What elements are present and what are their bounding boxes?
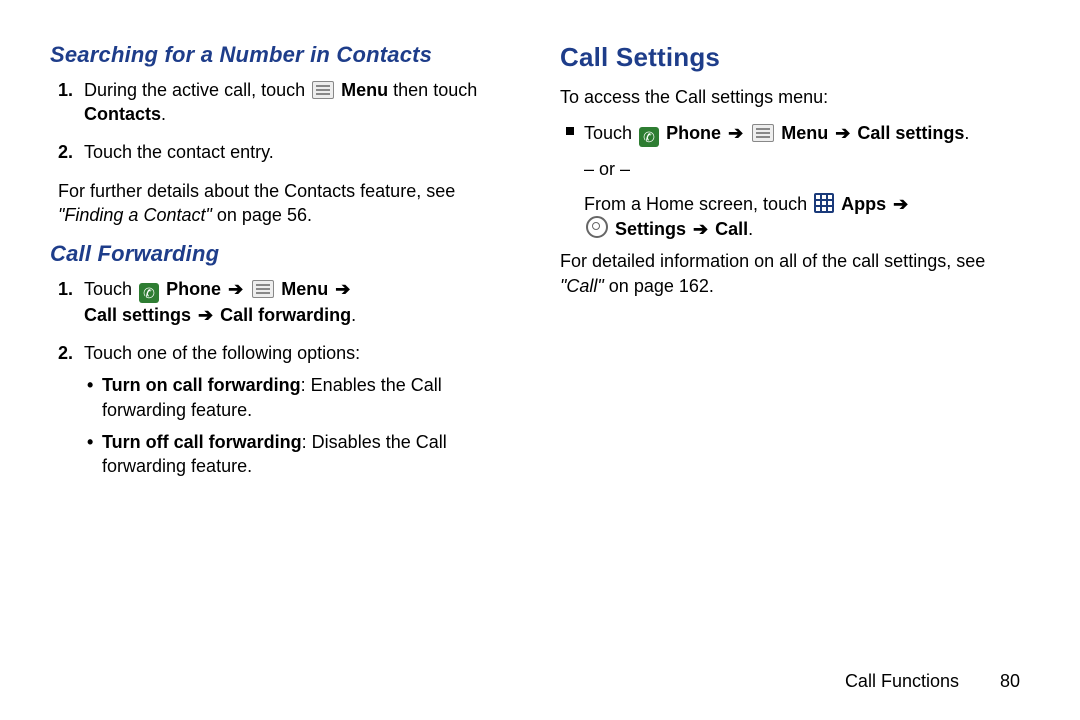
call-settings-access-list: Touch ✆ Phone ➔ Menu ➔ Call settings. – … [560,121,1030,241]
para-text-end: on page 162. [604,276,714,296]
contacts-reference-paragraph: For further details about the Contacts f… [50,179,520,228]
cf-option-off: Turn off call forwarding: Disables the C… [102,430,520,479]
step-text: Touch one of the following options: [84,343,360,363]
para-text: For further details about the Contacts f… [58,181,455,201]
arrow-icon: ➔ [228,279,243,299]
step-text-post: . [161,104,166,124]
two-column-layout: Searching for a Number in Contacts 1. Du… [50,40,1030,493]
call-forwarding-label: Call forwarding [220,305,351,325]
call-settings-reference-paragraph: For detailed information on all of the c… [560,249,1030,298]
menu-icon [312,81,334,99]
menu-icon [752,124,774,142]
phone-label: Phone [166,279,221,299]
cf-step-1: 1. Touch ✆ Phone ➔ Menu ➔ Call settings … [84,277,520,327]
footer-page-number: 80 [986,671,1020,692]
contacts-label: Contacts [84,104,161,124]
settings-label: Settings [615,219,686,239]
heading-call-settings: Call Settings [560,40,1030,75]
touch-text: Touch [584,123,637,143]
period: . [964,123,969,143]
menu-label: Menu [781,123,828,143]
apps-label: Apps [841,194,886,214]
phone-icon: ✆ [139,283,159,303]
call-settings-intro: To access the Call settings menu: [560,85,1030,109]
step-number: 1. [58,78,73,102]
cf-step-2: 2. Touch one of the following options: T… [84,341,520,478]
call-settings-label: Call settings [84,305,191,325]
phone-label: Phone [666,123,721,143]
para-text-end: on page 56. [212,205,312,225]
arrow-icon: ➔ [693,219,708,239]
searching-steps-list: 1. During the active call, touch Menu th… [50,78,520,165]
step-text: Touch the contact entry. [84,142,274,162]
arrow-icon: ➔ [835,123,850,143]
step-text: During the active call, touch [84,80,310,100]
call-label: Call [715,219,748,239]
settings-icon [586,216,608,238]
heading-searching-contacts: Searching for a Number in Contacts [50,40,520,70]
option-title: Turn off call forwarding [102,432,302,452]
manual-page: Searching for a Number in Contacts 1. Du… [0,0,1080,720]
step-1: 1. During the active call, touch Menu th… [84,78,520,127]
step-number: 2. [58,341,73,365]
step-2: 2. Touch the contact entry. [84,140,520,164]
or-separator: – or – [584,157,1030,181]
para-text: For detailed information on all of the c… [560,251,985,271]
reference-title: "Finding a Contact" [58,205,212,225]
left-column: Searching for a Number in Contacts 1. Du… [50,40,520,493]
access-method: Touch ✆ Phone ➔ Menu ➔ Call settings. – … [584,121,1030,241]
step-number: 1. [58,277,73,301]
arrow-icon: ➔ [198,305,213,325]
arrow-icon: ➔ [335,279,350,299]
arrow-icon: ➔ [893,194,908,214]
heading-call-forwarding: Call Forwarding [50,239,520,269]
phone-icon: ✆ [639,127,659,147]
cf-options-list: Turn on call forwarding: Enables the Cal… [84,373,520,478]
cf-option-on: Turn on call forwarding: Enables the Cal… [102,373,520,422]
period: . [748,219,753,239]
menu-label: Menu [341,80,388,100]
call-settings-label: Call settings [857,123,964,143]
menu-icon [252,280,274,298]
page-footer: Call Functions 80 [845,671,1020,692]
right-column: Call Settings To access the Call setting… [560,40,1030,493]
period: . [351,305,356,325]
reference-title: "Call" [560,276,604,296]
step-text-mid: then touch [393,80,477,100]
footer-section: Call Functions [845,671,959,691]
option-title: Turn on call forwarding [102,375,301,395]
menu-label: Menu [281,279,328,299]
from-home-text: From a Home screen, touch [584,194,812,214]
touch-text: Touch [84,279,137,299]
arrow-icon: ➔ [728,123,743,143]
call-forwarding-steps: 1. Touch ✆ Phone ➔ Menu ➔ Call settings … [50,277,520,479]
step-number: 2. [58,140,73,164]
apps-icon [814,193,834,213]
